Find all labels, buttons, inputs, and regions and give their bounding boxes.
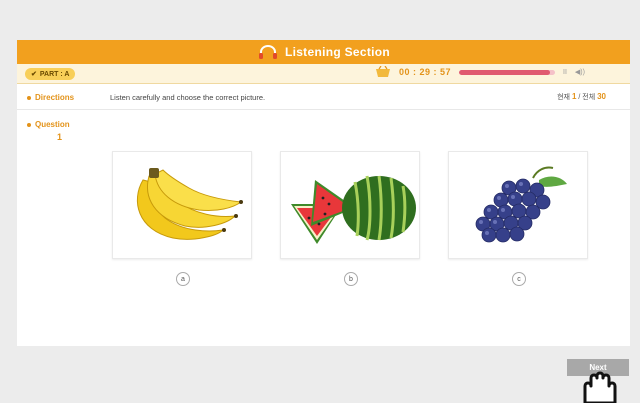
checkmark-icon: ✔ xyxy=(31,71,37,78)
watermelon-image xyxy=(291,175,416,244)
bullet-icon xyxy=(27,122,31,127)
progress-fill xyxy=(459,69,551,75)
choice-a-radio[interactable]: a xyxy=(176,272,190,286)
directions-text: Listen carefully and choose the correct … xyxy=(110,93,266,102)
question-label-text: Question xyxy=(35,120,70,129)
pointer-hand-icon xyxy=(583,371,617,403)
section-title: Listening Section xyxy=(284,45,391,59)
choice-c-radio[interactable]: c xyxy=(512,272,526,286)
grapes-image xyxy=(475,166,567,243)
choice-c-card[interactable] xyxy=(448,151,588,259)
timer: 00 : 29 : 57 xyxy=(399,67,452,77)
progress-bar xyxy=(459,69,556,75)
counter-separator: / 전체 xyxy=(578,94,596,101)
directions-row: Directions Listen carefully and choose t… xyxy=(17,84,630,110)
section-title-bar: Listening Section xyxy=(17,40,630,64)
pause-button[interactable]: II xyxy=(563,69,567,76)
basket-icon xyxy=(376,66,390,77)
question-counter: 현재 1 / 전체 30 xyxy=(557,92,606,102)
listening-panel: Listening Section ✔ PART : A 00 : 29 : 5… xyxy=(17,40,630,346)
banana-image xyxy=(136,168,243,240)
choice-b-card[interactable] xyxy=(280,151,420,259)
counter-current: 1 xyxy=(571,92,577,101)
directions-label: Directions xyxy=(27,93,74,102)
choice-b-radio[interactable]: b xyxy=(344,272,358,286)
counter-prefix: 현재 xyxy=(557,94,570,101)
timer-group: 00 : 29 : 57 II ◀)) xyxy=(375,66,585,78)
counter-total: 30 xyxy=(597,92,606,101)
bullet-icon xyxy=(27,95,31,100)
choice-a-card[interactable] xyxy=(112,151,252,259)
part-badge: ✔ PART : A xyxy=(25,68,76,80)
toolbar: ✔ PART : A 00 : 29 : 57 II ◀)) xyxy=(17,64,630,84)
part-label: PART : A xyxy=(39,70,70,78)
question-label: Question xyxy=(27,120,70,129)
directions-label-text: Directions xyxy=(35,93,75,102)
question-number: 1 xyxy=(57,132,63,142)
headset-icon xyxy=(258,45,277,59)
volume-icon[interactable]: ◀)) xyxy=(575,68,585,76)
